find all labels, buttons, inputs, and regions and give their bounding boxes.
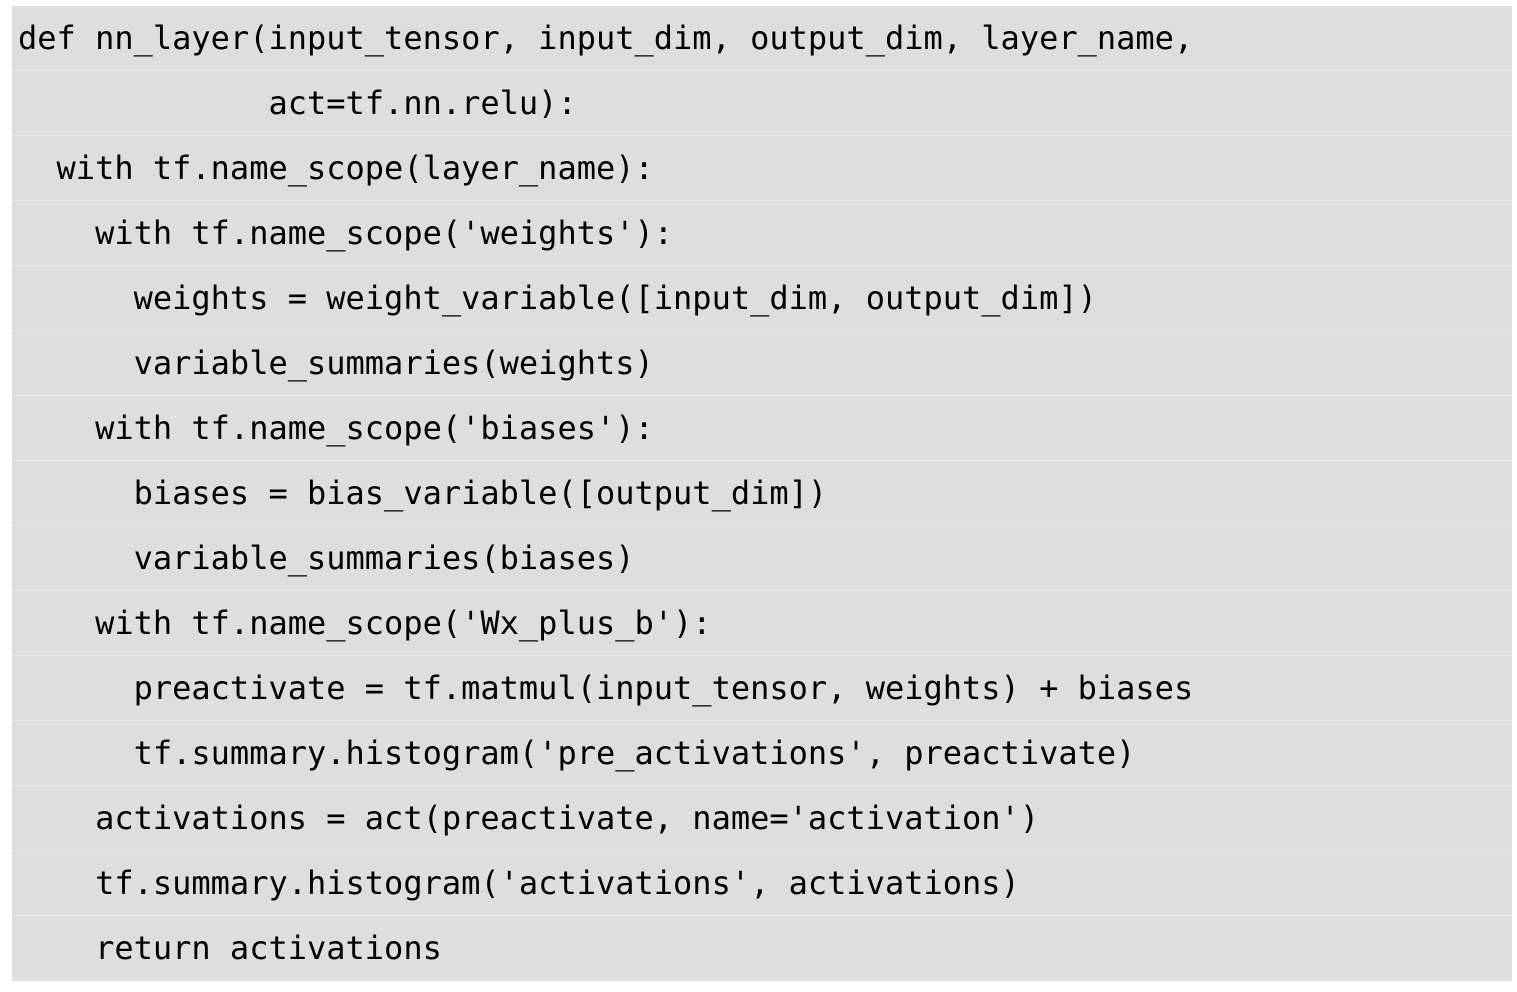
code-line-6: variable_summaries(weights)	[12, 331, 1512, 396]
code-block: def nn_layer(input_tensor, input_dim, ou…	[12, 6, 1512, 981]
code-line-12: tf.summary.histogram('pre_activations', …	[12, 721, 1512, 786]
code-line-13: activations = act(preactivate, name='act…	[12, 786, 1512, 851]
code-line-7: with tf.name_scope('biases'):	[12, 396, 1512, 461]
code-line-2: act=tf.nn.relu):	[12, 71, 1512, 136]
code-line-10: with tf.name_scope('Wx_plus_b'):	[12, 591, 1512, 656]
code-line-3: with tf.name_scope(layer_name):	[12, 136, 1512, 201]
code-line-5: weights = weight_variable([input_dim, ou…	[12, 266, 1512, 331]
code-line-9: variable_summaries(biases)	[12, 526, 1512, 591]
code-line-1: def nn_layer(input_tensor, input_dim, ou…	[12, 6, 1512, 71]
code-line-8: biases = bias_variable([output_dim])	[12, 461, 1512, 526]
code-line-4: with tf.name_scope('weights'):	[12, 201, 1512, 266]
code-line-11: preactivate = tf.matmul(input_tensor, we…	[12, 656, 1512, 721]
code-line-15: return activations	[18, 929, 442, 967]
code-line-14: tf.summary.histogram('activations', acti…	[12, 851, 1512, 916]
